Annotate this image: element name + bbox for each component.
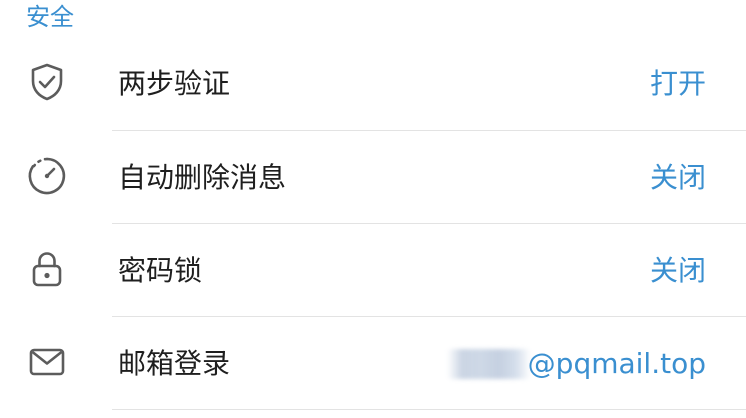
email-login-value: @pqmail.top	[527, 347, 706, 380]
row-auto-delete-messages[interactable]: 自动删除消息 关闭	[0, 131, 746, 224]
section-title-security: 安全	[26, 3, 74, 31]
shield-check-icon	[26, 61, 68, 103]
two-step-verification-label: 两步验证	[118, 67, 231, 100]
row-two-step-verification[interactable]: 两步验证 打开	[0, 37, 746, 130]
mail-icon	[26, 341, 68, 383]
auto-delete-messages-label: 自动删除消息	[118, 161, 287, 194]
timer-icon	[26, 155, 68, 197]
auto-delete-messages-value: 关闭	[649, 161, 706, 194]
row-email-login[interactable]: 邮箱登录 @pqmail.top	[0, 317, 746, 410]
two-step-verification-value: 打开	[649, 67, 706, 100]
row-passcode-lock[interactable]: 密码锁 关闭	[0, 224, 746, 317]
redacted-email-local-part	[447, 349, 531, 379]
email-login-label: 邮箱登录	[118, 347, 231, 380]
passcode-lock-label: 密码锁	[118, 254, 203, 287]
divider	[112, 409, 746, 410]
lock-icon	[26, 248, 68, 290]
passcode-lock-value: 关闭	[649, 254, 706, 287]
